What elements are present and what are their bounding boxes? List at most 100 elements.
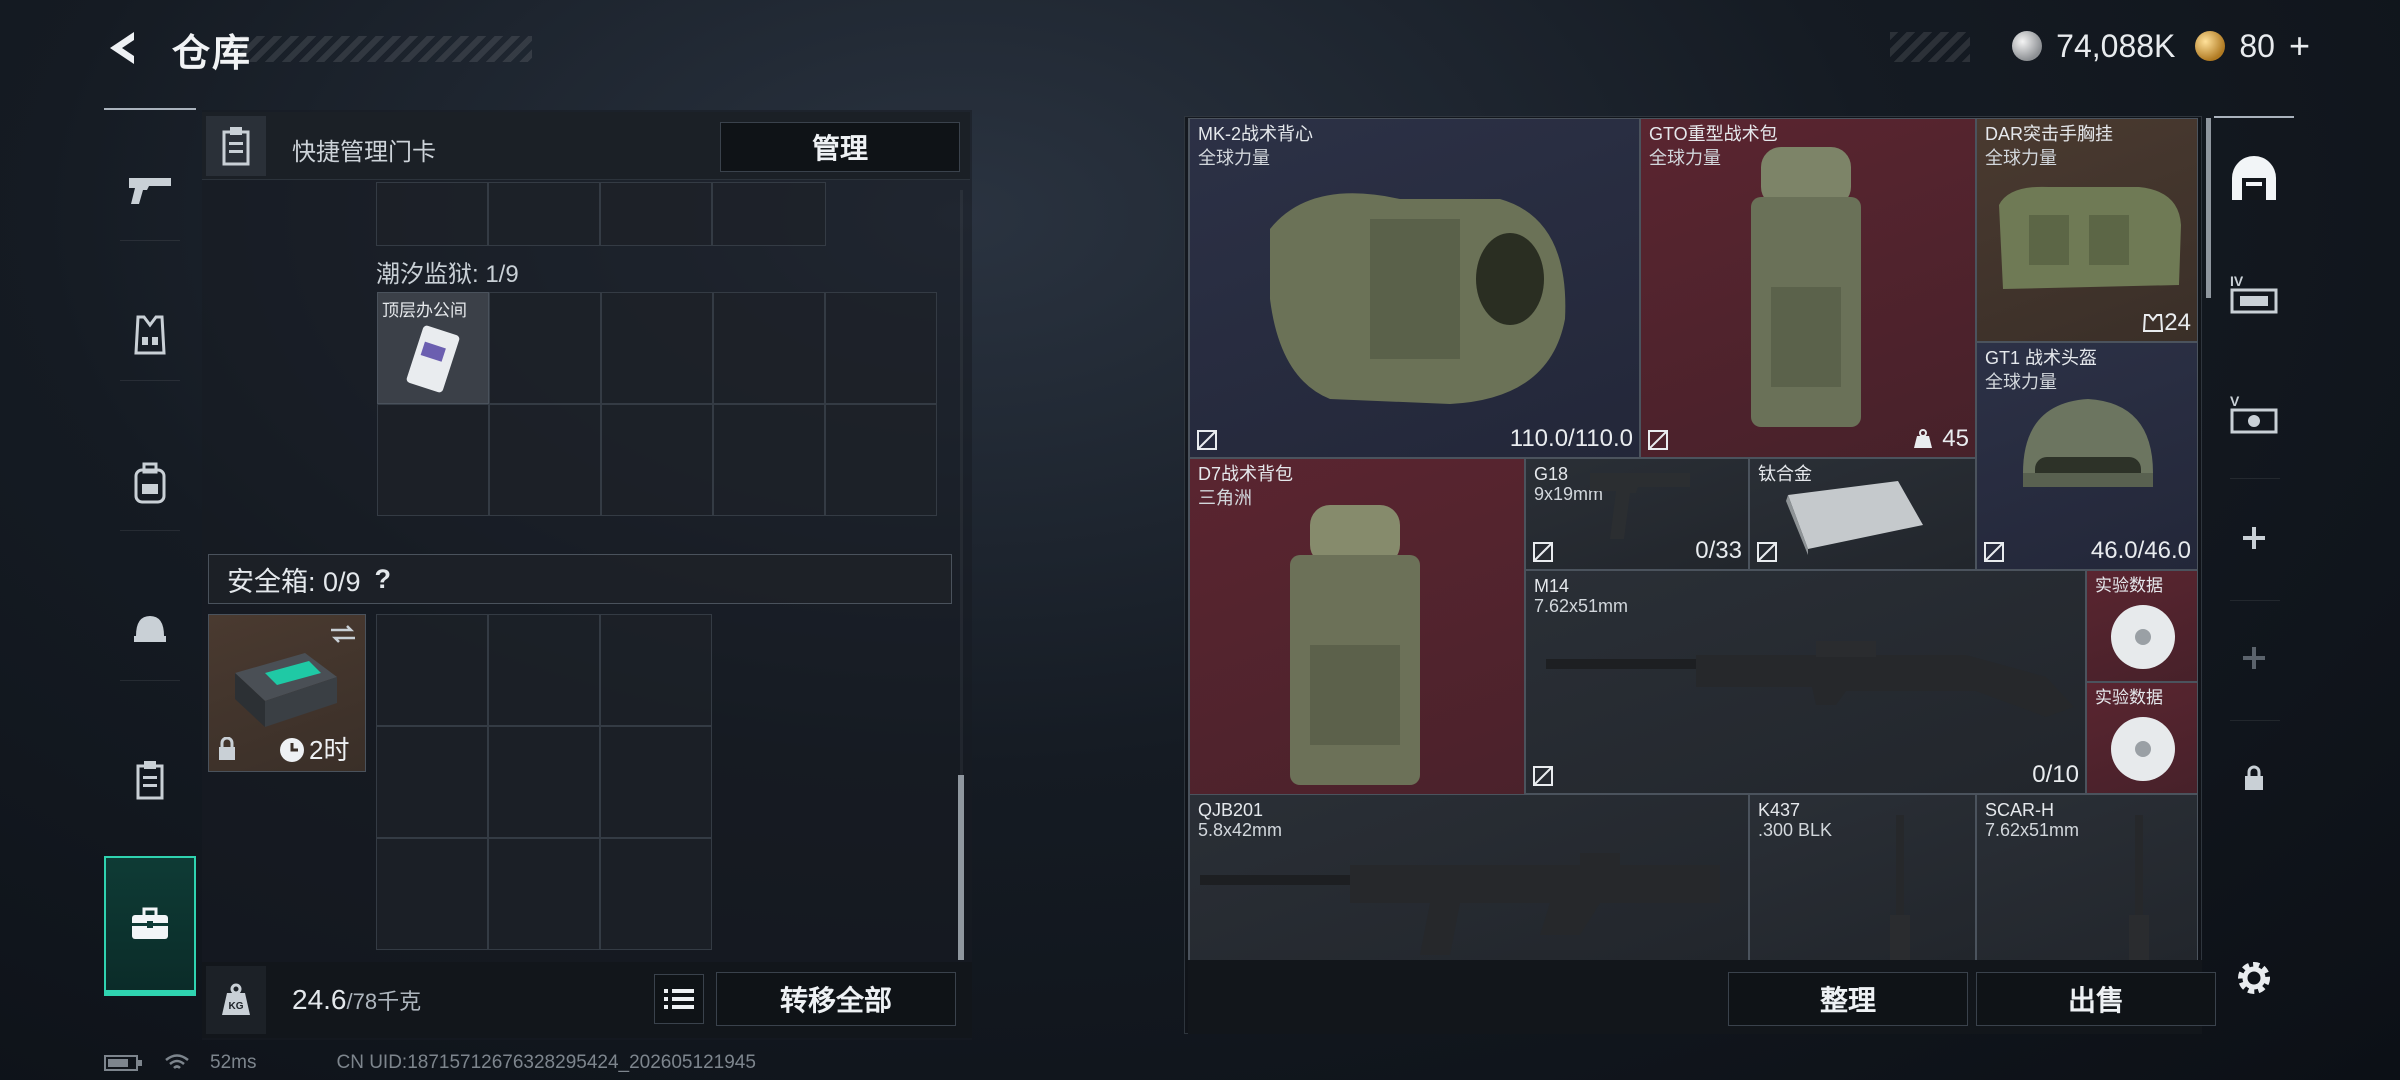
transfer-all-button[interactable]: 转移全部 [716,972,956,1026]
safebox-cell[interactable] [600,726,712,838]
safebox-cell[interactable] [376,614,488,726]
no-insurance-icon [1984,542,2004,562]
rail-tab-weapons[interactable] [104,145,196,235]
safebox-item[interactable]: 2时 [208,614,366,772]
inventory-item-backpack[interactable]: GTO重型战术包 全球力量 45 [1640,118,1976,458]
storage-cell[interactable] [489,292,601,404]
safebox-label: 安全箱: 0/9 [227,566,361,597]
item-sub: .300 BLK [1758,820,1833,840]
safebox-cell[interactable] [376,726,488,838]
sell-button[interactable]: 出售 [1976,972,2216,1026]
vest-item-icon [1270,193,1566,404]
safebox-cell[interactable] [600,838,712,950]
inventory-item-vest[interactable]: MK-2战术背心 全球力量 110.0/110.0 [1189,118,1640,458]
item-name: M14 [1534,576,1570,596]
weight-icon: KG [222,983,250,1015]
pistol-item-icon [1590,473,1690,539]
storage-cell[interactable] [489,404,601,516]
item-name: SCAR-H [1985,800,2055,820]
back-arrow-icon [110,32,134,64]
svg-text:IV: IV [2230,273,2244,289]
storage-cell[interactable] [488,182,600,246]
no-insurance-icon [1197,430,1217,450]
sort-button[interactable]: 整理 [1728,972,1968,1026]
rail-divider [120,240,180,241]
locked-container[interactable] [2214,738,2294,818]
weight-unit: /78千克 [346,989,422,1014]
item-durability: 110.0/110.0 [1509,425,1633,452]
keycard-header-icon-box [206,116,266,176]
inventory-item-lmg[interactable]: QJB201 5.8x42mm [1189,794,1749,960]
title-decoration [240,36,532,62]
back-button[interactable] [100,24,148,72]
storage-scroll-thumb[interactable] [958,775,964,960]
inventory-item-helmet[interactable]: GT1 战术头盔 全球力量 46.0/46.0 [1976,342,2198,570]
weight-icon-box: KG [206,966,266,1034]
item-name: 实验数据 [2095,688,2163,707]
rail-tab-storage[interactable] [104,856,196,996]
weight-value: 24.6 [292,984,347,1015]
safebox-cell[interactable] [600,614,712,726]
safebox-cell[interactable] [488,726,600,838]
gear-icon [2238,962,2270,994]
inventory-grid: MK-2战术背心 全球力量 110.0/110.0 GTO重型战术包 全球力量 … [1188,118,2202,960]
add-container-button[interactable] [2214,498,2294,578]
rail-divider [120,380,180,381]
list-view-button[interactable] [654,974,704,1024]
rail-divider [120,530,180,531]
inventory-item-pistol[interactable]: G18 9x19mm 0/33 [1525,458,1749,570]
inventory-item-data-disc[interactable]: 实验数据 [2086,682,2198,794]
ping-readout: 52ms [210,1052,257,1073]
safebox-case-icon [235,653,337,727]
storage-cell[interactable] [712,182,826,246]
item-name: D7战术背包 [1198,464,1294,484]
briefcase-icon [132,907,168,939]
storage-cell[interactable] [376,182,488,246]
gold-coin-icon [2195,31,2226,61]
titanium-item-icon [1786,481,1923,555]
storage-cell[interactable] [713,404,825,516]
keycard-manage-label: 快捷管理门卡 [292,139,436,166]
add-container-disabled [2214,618,2294,698]
settings-button[interactable] [2214,938,2294,1018]
no-insurance-icon [1533,766,1553,786]
storage-cell[interactable] [377,404,489,516]
storage-cell[interactable] [713,292,825,404]
inventory-item-rifle[interactable]: M14 7.62x51mm 0/10 [1525,570,2086,794]
silver-amount: 74,088K [2056,27,2176,64]
inventory-item-chest-rig[interactable]: DAR突击手胸挂 全球力量 24 [1976,118,2198,342]
weight-icon [1914,429,1932,448]
inventory-item-keycard[interactable]: 顶层办公间 [377,292,489,404]
plus-icon [2243,647,2265,669]
safebox-cell[interactable] [488,614,600,726]
storage-cell[interactable] [601,292,713,404]
currency-decoration [1890,32,1970,62]
storage-cell[interactable] [600,182,712,246]
storage-cell[interactable] [601,404,713,516]
safebox-cell[interactable] [488,838,600,950]
battery-icon [104,1055,142,1071]
inventory-item-data-disc[interactable]: 实验数据 [2086,570,2198,682]
pistol-icon [129,178,171,204]
container-tab-main[interactable] [2214,138,2294,218]
rail-tab-vests[interactable] [104,290,196,380]
vest-capacity-icon [2143,314,2163,332]
inventory-item-rifle[interactable]: SCAR-H 7.62x51mm [1976,794,2198,960]
safebox-help-button[interactable]: ? [375,564,392,595]
currency-bar: 74,088K 80 + [2012,25,2310,67]
storage-cell[interactable] [825,292,937,404]
item-name: G18 [1534,464,1569,484]
inventory-item-rifle[interactable]: K437 .300 BLK [1749,794,1976,960]
add-gold-button[interactable]: + [2289,25,2310,67]
container-tab-5[interactable]: V [2214,374,2294,454]
manage-button[interactable]: 管理 [720,122,960,172]
inventory-scroll-thumb[interactable] [2206,118,2211,298]
rail-tab-cards[interactable] [104,735,196,825]
container-tab-4[interactable]: IV [2214,254,2294,334]
safebox-cell[interactable] [376,838,488,950]
rail-tab-backpacks[interactable] [104,438,196,528]
item-name: 顶层办公间 [382,301,467,320]
rail-tab-helmets[interactable] [104,585,196,675]
storage-cell[interactable] [825,404,937,516]
inventory-item-titanium[interactable]: 钛合金 [1749,458,1976,570]
